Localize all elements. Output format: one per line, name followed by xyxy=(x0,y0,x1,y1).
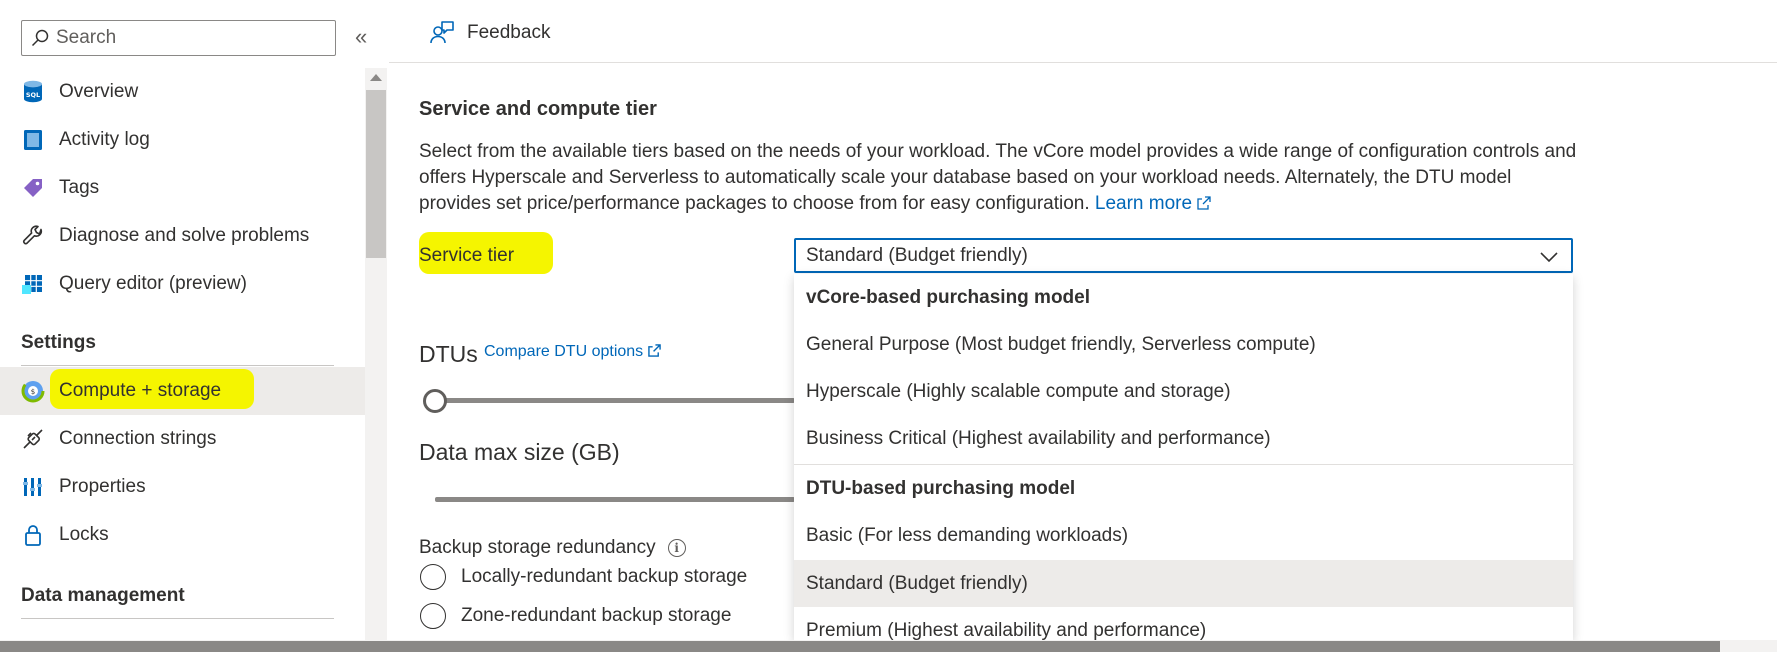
radio-button[interactable] xyxy=(420,603,446,629)
compute-storage-icon: $ xyxy=(21,379,45,403)
chevron-down-icon xyxy=(1540,252,1558,263)
sidebar-item-label: Activity log xyxy=(59,129,150,150)
sidebar-item-label: Properties xyxy=(59,476,146,497)
learn-more-link[interactable]: Learn more xyxy=(1095,193,1212,214)
service-tier-options-list: vCore-based purchasing model General Pur… xyxy=(794,274,1573,640)
collapse-sidebar-button[interactable]: « xyxy=(355,25,375,49)
section-divider xyxy=(21,618,334,619)
plug-icon xyxy=(21,427,45,451)
section-divider xyxy=(21,365,334,366)
description-text: Select from the available tiers based on… xyxy=(419,141,1577,214)
sql-database-icon: SQL xyxy=(21,80,45,104)
external-link-icon xyxy=(1197,196,1212,210)
dropdown-option-basic[interactable]: Basic (For less demanding workloads) xyxy=(794,512,1573,559)
sidebar-item-overview[interactable]: SQL Overview xyxy=(0,68,365,116)
horizontal-scrollbar[interactable] xyxy=(0,640,1777,652)
sidebar-item-connection-strings[interactable]: Connection strings xyxy=(0,415,365,463)
tag-icon xyxy=(21,176,45,200)
sidebar-item-label: Diagnose and solve problems xyxy=(59,225,310,246)
radio-locally-redundant[interactable]: Locally-redundant backup storage xyxy=(420,564,747,590)
sidebar-item-activity-log[interactable]: Activity log xyxy=(0,116,365,164)
dtus-label: DTUs xyxy=(419,341,478,367)
radio-button[interactable] xyxy=(420,564,446,590)
dropdown-option-general-purpose[interactable]: General Purpose (Most budget friendly, S… xyxy=(794,321,1573,368)
info-icon[interactable]: i xyxy=(667,538,686,557)
lock-icon xyxy=(21,523,45,547)
feedback-button[interactable]: Feedback xyxy=(429,20,550,46)
search-icon xyxy=(31,29,49,47)
data-size-slider-track[interactable] xyxy=(435,497,795,502)
service-tier-label: Service tier xyxy=(419,245,515,266)
sidebar-item-query-editor[interactable]: Query editor (preview) xyxy=(0,260,365,308)
dropdown-group-header-vcore: vCore-based purchasing model xyxy=(806,286,1091,308)
command-bar: Feedback xyxy=(389,0,1777,63)
svg-text:$: $ xyxy=(31,388,35,396)
sidebar-item-label: Connection strings xyxy=(59,428,217,449)
dtu-slider-thumb[interactable] xyxy=(423,389,447,413)
radio-label: Locally-redundant backup storage xyxy=(461,566,748,587)
backup-redundancy-label: Backup storage redundancy i xyxy=(419,537,686,559)
external-link-icon xyxy=(647,344,661,357)
dropdown-group-header-dtu: DTU-based purchasing model xyxy=(806,477,1076,499)
sidebar-item-label: Tags xyxy=(59,177,100,198)
sidebar-item-locks[interactable]: Locks xyxy=(0,511,365,559)
dropdown-option-business-critical[interactable]: Business Critical (Highest availability … xyxy=(794,415,1573,462)
sidebar-item-properties[interactable]: Properties xyxy=(0,463,365,511)
sidebar-item-label: Locks xyxy=(59,524,109,545)
sidebar: « SQL Overview Activity log Tags Diagnos… xyxy=(0,0,367,640)
service-tier-selected-value: Standard (Budget friendly) xyxy=(806,244,1028,266)
scroll-up-arrow-icon[interactable] xyxy=(370,74,382,81)
dropdown-option-hyperscale[interactable]: Hyperscale (Highly scalable compute and … xyxy=(794,368,1573,415)
sidebar-item-label: Query editor (preview) xyxy=(59,273,247,294)
sidebar-item-label: Compute + storage xyxy=(59,380,222,401)
service-tier-dropdown[interactable]: Standard (Budget friendly) xyxy=(794,238,1573,273)
dropdown-option-standard[interactable]: Standard (Budget friendly) xyxy=(794,560,1573,607)
page-title: Service and compute tier xyxy=(419,98,657,120)
svg-text:SQL: SQL xyxy=(26,91,40,99)
radio-zone-redundant[interactable]: Zone-redundant backup storage xyxy=(420,603,731,629)
description: Select from the available tiers based on… xyxy=(419,139,1579,217)
wrench-icon xyxy=(21,224,45,248)
sidebar-item-label: Overview xyxy=(59,81,139,102)
radio-label: Zone-redundant backup storage xyxy=(461,605,732,626)
data-max-size-label: Data max size (GB) xyxy=(419,439,620,465)
sidebar-item-tags[interactable]: Tags xyxy=(0,164,365,212)
dropdown-option-premium[interactable]: Premium (Highest availability and perfor… xyxy=(794,607,1573,641)
search-input[interactable] xyxy=(56,27,326,49)
properties-icon xyxy=(21,475,45,499)
sidebar-item-diagnose[interactable]: Diagnose and solve problems xyxy=(0,212,365,260)
compare-dtu-link[interactable]: Compare DTU options xyxy=(484,343,661,361)
settings-section-title: Settings xyxy=(21,332,96,353)
feedback-label: Feedback xyxy=(467,22,551,43)
horizontal-scrollbar-thumb[interactable] xyxy=(0,641,1720,652)
dtu-slider-track[interactable] xyxy=(435,398,795,403)
data-management-section-title: Data management xyxy=(21,585,185,606)
grid-icon xyxy=(21,272,45,296)
sidebar-item-compute-storage[interactable]: $ Compute + storage xyxy=(0,367,365,415)
sidebar-scrollbar-thumb[interactable] xyxy=(366,90,386,258)
feedback-icon xyxy=(430,21,454,44)
activity-log-icon xyxy=(21,128,45,152)
search-box[interactable] xyxy=(21,20,336,56)
sidebar-scrollbar[interactable] xyxy=(365,68,387,640)
